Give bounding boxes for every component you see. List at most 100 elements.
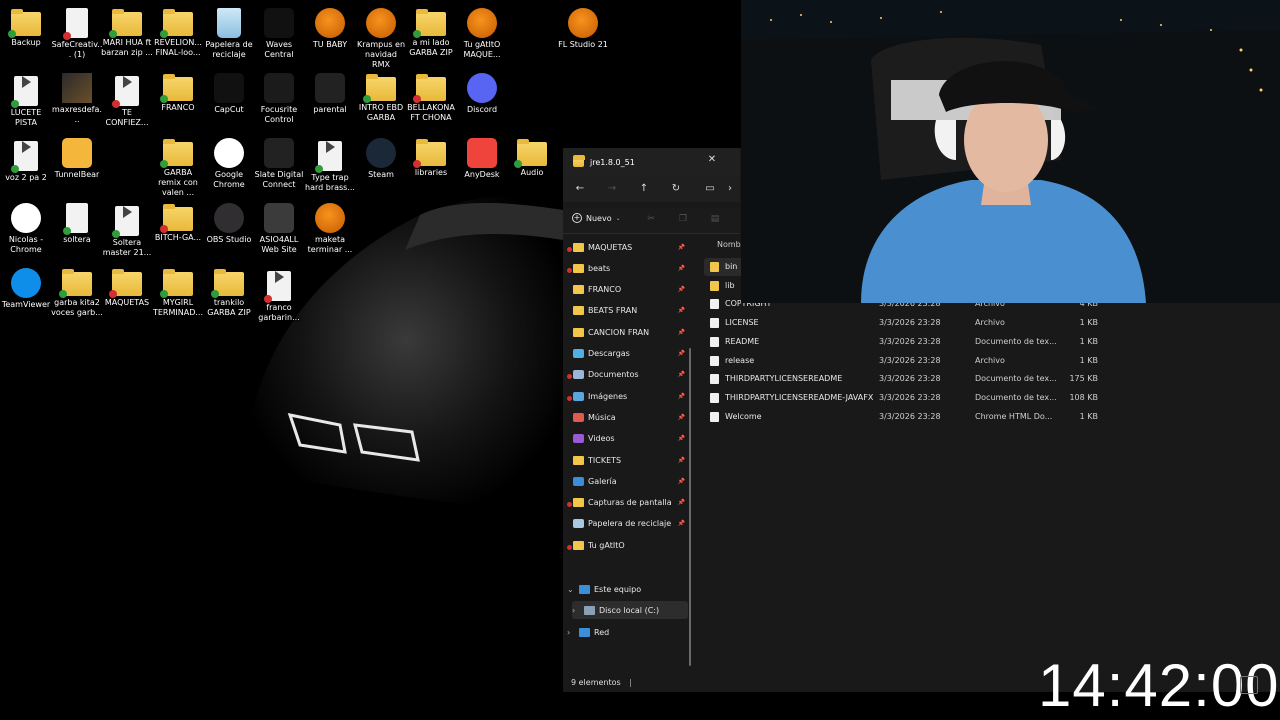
paste-icon[interactable]: ▤ [709, 214, 721, 226]
desktop-icon[interactable]: OBS Studio [203, 198, 255, 245]
desktop-icon[interactable]: a mi lado GARBA ZIP [405, 3, 457, 58]
desktop-icon[interactable]: BELLAKONA FT CHONA [405, 68, 457, 123]
nav-item[interactable]: CANCION FRAN 📌 [573, 323, 689, 341]
file-row[interactable]: README 3/3/2026 23:28 Documento de tex... 1… [704, 333, 1274, 351]
desktop-icon[interactable]: Type trap hard brass... [304, 133, 356, 193]
pin-icon[interactable]: 📌 [678, 393, 685, 400]
chevron-down-icon[interactable]: ⌄ [567, 585, 577, 594]
desktop-icon[interactable]: Nicolas - Chrome [0, 198, 52, 255]
pin-icon[interactable]: 📌 [678, 457, 685, 464]
refresh-icon[interactable]: ↻ [667, 180, 685, 198]
file-row[interactable]: Welcome 3/3/2026 23:28 Chrome HTML Do... 1 … [704, 408, 1274, 426]
pin-icon[interactable]: 📌 [678, 499, 685, 506]
pin-icon[interactable]: 📌 [678, 286, 685, 293]
desktop-icon[interactable]: maxresdefa... [51, 68, 103, 125]
desktop-icon[interactable]: Focusrite Control [253, 68, 305, 125]
nav-item[interactable]: Música 📌 [573, 408, 689, 426]
desktop-icon[interactable]: FL Studio 21 [557, 3, 609, 50]
desktop-icon[interactable]: parental [304, 68, 356, 115]
chevron-right-icon[interactable]: › [721, 180, 739, 198]
desktop-icon[interactable]: AnyDesk [456, 133, 508, 180]
nav-item[interactable]: Descargas 📌 [573, 345, 689, 363]
nav-item[interactable]: TICKETS 📌 [573, 451, 689, 469]
nav-item[interactable]: FRANCO 📌 [573, 281, 689, 299]
desktop-icon[interactable]: Tu gAtItO MAQUE... [456, 3, 508, 60]
nav-item-local-disk[interactable]: › Disco local (C:) [572, 601, 688, 619]
pin-icon[interactable]: 📌 [678, 265, 685, 272]
desktop-icon[interactable]: TunnelBear [51, 133, 103, 180]
nav-item[interactable]: Galería 📌 [573, 472, 689, 490]
nav-item-this-pc[interactable]: ⌄ Este equipo [567, 580, 683, 598]
file-row[interactable]: THIRDPARTYLICENSEREADME-JAVAFX 3/3/2026 2… [704, 389, 1274, 407]
forward-arrow-icon[interactable]: → [603, 180, 621, 198]
monitor-icon[interactable]: ▭ [701, 180, 719, 198]
desktop-icon[interactable]: Krampus en navidad RMX [355, 3, 407, 70]
desktop-icon[interactable]: BITCH-GA... [152, 198, 204, 243]
pin-icon[interactable]: 📌 [678, 329, 685, 336]
file-row[interactable]: release 3/3/2026 23:28 Archivo 1 KB [704, 352, 1274, 370]
nav-item[interactable]: BEATS FRAN 📌 [573, 302, 689, 320]
desktop-icon[interactable]: maketa terminar ... [304, 198, 356, 255]
close-tab-button[interactable]: ✕ [703, 154, 721, 170]
desktop-icon[interactable]: CapCut [203, 68, 255, 115]
desktop-icon[interactable]: TU BABY [304, 3, 356, 50]
pin-icon[interactable]: 📌 [678, 478, 685, 485]
desktop-icon[interactable]: REVELION... FINAL-loo... [152, 3, 204, 58]
chevron-right-icon[interactable]: › [572, 606, 582, 615]
desktop-icon[interactable]: Google Chrome [203, 133, 255, 190]
pin-icon[interactable]: 📌 [678, 307, 685, 314]
explorer-tab[interactable]: jre1.8.0_51 ✕ [563, 148, 740, 176]
desktop-icon[interactable]: FRANCO [152, 68, 204, 113]
new-button[interactable]: + Nuevo ⌄ [572, 213, 621, 223]
file-type: Documento de tex... [975, 392, 1057, 402]
nav-item[interactable]: Documentos 📌 [567, 366, 689, 384]
chevron-right-icon[interactable]: › [567, 628, 577, 637]
desktop-icon[interactable]: TeamViewer [0, 263, 52, 310]
cut-icon[interactable]: ✂ [645, 214, 657, 226]
desktop-icon[interactable]: INTRO EBD GARBA [355, 68, 407, 123]
window-icon[interactable] [1240, 676, 1258, 694]
desktop-icon[interactable]: Slate Digital Connect [253, 133, 305, 190]
nav-item[interactable]: Videos 📌 [573, 430, 689, 448]
pin-icon[interactable]: 📌 [678, 371, 685, 378]
desktop-icon[interactable]: Steam [355, 133, 407, 180]
desktop-icon[interactable]: Papelera de reciclaje [203, 3, 255, 60]
desktop-icon[interactable]: trankilo GARBA ZIP [203, 263, 255, 318]
pin-icon[interactable]: 📌 [678, 244, 685, 251]
desktop-icon[interactable]: MAQUETAS [101, 263, 153, 308]
nav-item[interactable]: beats 📌 [567, 259, 689, 277]
nav-item[interactable]: MAQUETAS 📌 [567, 238, 689, 256]
desktop-icon[interactable]: MYGIRL TERMINAD... [152, 263, 204, 318]
desktop-icon[interactable]: TE CONFIEZ... [101, 68, 153, 128]
desktop-icon[interactable]: voz 2 pa 2 [0, 133, 52, 183]
copy-icon[interactable]: ❐ [677, 214, 689, 226]
desktop-icon[interactable]: Waves Central [253, 3, 305, 60]
back-arrow-icon[interactable]: ← [571, 180, 589, 198]
pin-icon[interactable]: 📌 [678, 435, 685, 442]
pin-icon[interactable]: 📌 [678, 414, 685, 421]
desktop-icon[interactable]: Backup [0, 3, 52, 48]
desktop-icon[interactable]: GARBA remix con valen ... [152, 133, 204, 198]
desktop-icon[interactable]: garba kita2 voces garb... [51, 263, 103, 318]
nav-item[interactable]: Imágenes 📌 [567, 387, 689, 405]
nav-item[interactable]: Tu gAtItO [567, 536, 689, 554]
desktop-icon[interactable]: Audio [506, 133, 558, 178]
desktop-icon[interactable]: libraries [405, 133, 457, 178]
pin-icon[interactable]: 📌 [678, 350, 685, 357]
file-row[interactable]: THIRDPARTYLICENSEREADME 3/3/2026 23:28 Doc… [704, 370, 1274, 388]
desktop-icon[interactable]: MARI HUA ft barzan zip ... [101, 3, 153, 58]
up-arrow-icon[interactable]: ↑ [635, 180, 653, 198]
desktop-icon[interactable]: LUCETE PISTA [0, 68, 52, 128]
nav-item-network[interactable]: › Red [567, 623, 683, 641]
nav-item[interactable]: Capturas de pantalla 📌 [567, 494, 689, 512]
desktop-icon[interactable]: franco garbarin... [253, 263, 305, 323]
pin-icon[interactable]: 📌 [678, 520, 685, 527]
desktop-icon[interactable]: soltera [51, 198, 103, 245]
desktop-icon[interactable]: Discord [456, 68, 508, 115]
nav-scrollbar[interactable] [689, 348, 691, 666]
nav-item[interactable]: Papelera de reciclaje 📌 [573, 515, 689, 533]
file-row[interactable]: LICENSE 3/3/2026 23:28 Archivo 1 KB [704, 314, 1274, 332]
desktop-icon[interactable]: ASIO4ALL Web Site [253, 198, 305, 255]
desktop-icon[interactable]: SafeCreativ... (1) [51, 3, 103, 60]
desktop-icon[interactable]: Soltera master 21... [101, 198, 153, 258]
